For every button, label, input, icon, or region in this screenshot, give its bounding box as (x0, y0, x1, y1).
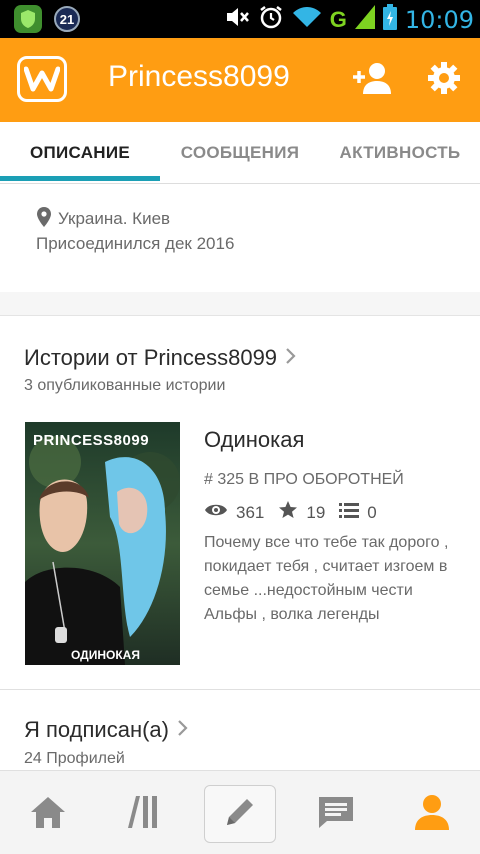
chevron-right-icon (177, 717, 189, 743)
joined-date: Присоединился дек 2016 (36, 234, 235, 253)
stories-header[interactable]: Истории от Princess8099 (24, 345, 297, 371)
following-header[interactable]: Я подписан(а) (24, 717, 189, 743)
profile-username: Princess8099 (108, 60, 290, 93)
story-description-line: Альфы , волка легенды (204, 606, 380, 623)
active-tab-indicator (0, 176, 160, 181)
app-bar: Princess8099 (0, 38, 480, 122)
story-description-line: покидает тебя , считает изгоем в (204, 558, 448, 575)
nav-profile-button[interactable] (396, 785, 468, 843)
location-text: Украина. Киев (58, 209, 171, 228)
parts-count: 0 (367, 502, 377, 522)
cover-title-text: ОДИНОКАЯ (71, 648, 140, 662)
wifi-icon (292, 5, 322, 34)
star-icon (278, 500, 298, 525)
pencil-icon (223, 795, 257, 834)
library-icon (126, 794, 162, 835)
profile-tabs: ОПИСАНИЕ СООБЩЕНИЯ АКТИВНОСТЬ (0, 122, 480, 184)
eye-icon (204, 502, 228, 523)
profile-icon (413, 793, 451, 836)
tab-activity[interactable]: АКТИВНОСТЬ (320, 122, 480, 184)
settings-button[interactable] (422, 58, 466, 102)
section-divider (0, 689, 480, 690)
location-row: Украина. Киев (36, 206, 170, 232)
chevron-right-icon (285, 345, 297, 371)
list-icon (339, 502, 360, 523)
shield-app-icon (14, 5, 42, 33)
clock: 10:09 (404, 5, 474, 34)
wattpad-logo-icon[interactable] (17, 56, 67, 102)
home-icon (29, 795, 67, 834)
story-cover[interactable]: PRINCESS8099 ОДИНОКАЯ (25, 422, 180, 665)
messages-icon (317, 795, 355, 834)
nav-messages-button[interactable] (300, 785, 372, 843)
stories-title: Истории от Princess8099 (24, 345, 278, 370)
stories-count: 3 опубликованные истории (24, 377, 226, 394)
alarm-icon (258, 4, 284, 35)
section-separator (0, 292, 480, 316)
story-description-line: семье ...недостойным чести (204, 582, 413, 599)
votes-count: 19 (306, 502, 326, 522)
signal-icon (354, 5, 375, 34)
location-pin-icon (36, 206, 52, 232)
nav-home-button[interactable] (12, 785, 84, 843)
battery-icon (382, 4, 397, 35)
status-bar: 21 G 10:09 (0, 0, 480, 38)
nav-write-button[interactable] (204, 785, 276, 843)
story-stats: 361 19 0 (204, 500, 391, 525)
tab-description[interactable]: ОПИСАНИЕ (0, 122, 160, 184)
views-count: 361 (236, 502, 265, 522)
nav-library-button[interactable] (108, 785, 180, 843)
story-description-line: Почему все что тебе так дорого , (204, 534, 449, 551)
story-title[interactable]: Одинокая (204, 427, 304, 453)
bottom-navigation (0, 770, 480, 854)
following-count: 24 Профилей (24, 750, 125, 767)
tab-messages[interactable]: СООБЩЕНИЯ (160, 122, 320, 184)
notification-badge: 21 (54, 6, 80, 32)
mute-icon (224, 5, 250, 34)
gear-icon (427, 61, 461, 100)
follow-user-button[interactable] (350, 58, 394, 102)
add-person-icon (351, 61, 393, 100)
cover-author-text: PRINCESS8099 (33, 432, 150, 449)
story-description: Почему все что тебе так дорого , покидае… (204, 531, 480, 627)
story-rank: # 325 В ПРО ОБОРОТНЕЙ (204, 471, 404, 488)
network-type: G (329, 6, 347, 32)
following-title: Я подписан(а) (24, 717, 169, 742)
